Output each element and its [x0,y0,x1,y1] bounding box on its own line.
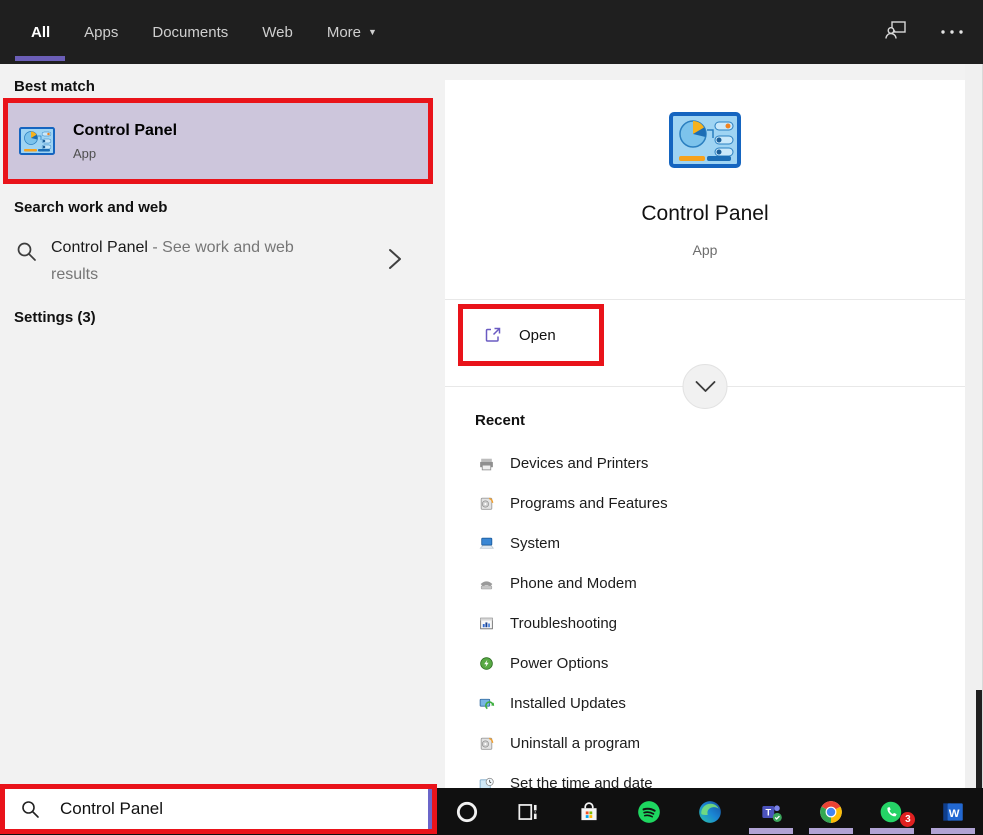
system-icon [478,535,495,552]
topbar-icons [883,0,965,64]
recent-header: Recent [475,412,525,429]
recent-item-label: Troubleshooting [510,615,617,632]
search-filter-tabs: All Apps Documents Web More▼ [31,0,377,64]
open-button[interactable]: Open [463,309,599,361]
chrome-running-indicator [809,828,853,834]
power-options-icon [478,655,495,672]
web-suggestion-query: Control Panel [51,239,148,256]
recent-item-label: Set the time and date [510,775,653,789]
app-hero: Control Panel App [445,80,965,300]
set-time-date-icon [478,775,495,789]
recent-item-uninstall-program[interactable]: Uninstall a program [445,723,965,763]
search-icon [21,800,40,819]
recent-list: Devices and Printers Programs and Feature… [445,443,965,788]
recent-item-label: System [510,535,560,552]
app-type: App [445,242,965,258]
taskbar-search-input[interactable]: Control Panel [5,789,432,829]
recent-item-troubleshooting[interactable]: Troubleshooting [445,603,965,643]
search-box-accent-edge [428,789,432,829]
taskbar-task-view-button[interactable] [498,788,559,835]
whatsapp-running-indicator [870,828,914,834]
settings-section-header: Settings (3) [14,309,96,326]
expand-button[interactable] [683,364,728,409]
svg-text:W: W [948,807,959,819]
taskbar-word-button[interactable]: W [922,788,983,835]
taskbar-whatsapp-button[interactable]: 3 [862,788,923,835]
recent-item-label: Devices and Printers [510,455,648,472]
recent-item-phone-modem[interactable]: Phone and Modem [445,563,965,603]
web-suggestion-row[interactable]: Control Panel - See work and web results [0,229,433,309]
best-match-title: Control Panel [73,122,177,140]
open-in-window-icon [483,325,503,345]
recent-item-label: Programs and Features [510,495,668,512]
open-button-label: Open [519,327,556,344]
search-results-panel: Best match [0,64,445,788]
scrollbar-track[interactable] [965,64,983,788]
cortana-icon [454,799,480,825]
windows-search-flyout: All Apps Documents Web More▼ Best match [0,0,983,835]
search-filter-bar: All Apps Documents Web More▼ [0,0,983,64]
search-box-annotation-box: Control Panel [0,784,437,834]
programs-features-icon [478,495,495,512]
more-options-icon[interactable] [939,23,965,41]
control-panel-icon [19,126,55,156]
taskbar-icons: T 3 W [437,788,983,835]
taskbar-chrome-button[interactable] [801,788,862,835]
taskbar-teams-button[interactable]: T [740,788,801,835]
best-match-result[interactable]: Control Panel App [8,103,428,179]
best-match-header: Best match [14,78,95,95]
best-match-annotation-box: Control Panel App [3,98,433,184]
recent-item-label: Uninstall a program [510,735,640,752]
installed-updates-icon [478,695,495,712]
app-preview-panel: Control Panel App Open Recent Devices an… [445,80,965,788]
microsoft-store-icon [576,799,602,825]
tab-all[interactable]: All [31,0,50,64]
whatsapp-notification-badge: 3 [900,812,915,827]
tab-documents[interactable]: Documents [152,0,228,64]
teams-running-indicator [749,828,793,834]
open-annotation-box: Open [458,304,604,366]
control-panel-icon-large [669,112,741,168]
phone-modem-icon [478,575,495,592]
tab-web[interactable]: Web [262,0,293,64]
recent-item-label: Phone and Modem [510,575,637,592]
spotify-icon [636,799,662,825]
recent-item-label: Installed Updates [510,695,626,712]
recent-item-label: Power Options [510,655,608,672]
best-match-type: App [73,146,177,161]
recent-item-installed-updates[interactable]: Installed Updates [445,683,965,723]
recent-item-programs-features[interactable]: Programs and Features [445,483,965,523]
taskbar-cortana-button[interactable] [437,788,498,835]
svg-text:T: T [765,807,771,817]
taskbar-microsoft-store-button[interactable] [558,788,619,835]
active-tab-underline [15,56,65,61]
scrollbar-thumb[interactable] [976,690,982,788]
dropdown-caret-icon: ▼ [368,27,377,37]
tab-apps[interactable]: Apps [84,0,118,64]
taskbar-spotify-button[interactable] [619,788,680,835]
chevron-right-icon[interactable] [387,247,403,271]
recent-item-system[interactable]: System [445,523,965,563]
chevron-down-icon [693,380,717,394]
uninstall-program-icon [478,735,495,752]
teams-icon: T [758,799,784,825]
chrome-icon [818,799,844,825]
tab-more[interactable]: More▼ [327,0,377,64]
app-title: Control Panel [445,202,965,226]
search-icon [16,241,37,262]
devices-printers-icon [478,455,495,472]
taskbar-edge-button[interactable] [680,788,741,835]
troubleshooting-icon [478,615,495,632]
word-icon: W [940,799,966,825]
edge-icon [697,799,723,825]
recent-item-devices-printers[interactable]: Devices and Printers [445,443,965,483]
word-running-indicator [931,828,975,834]
web-section-header: Search work and web [14,199,167,216]
recent-item-power-options[interactable]: Power Options [445,643,965,683]
task-view-icon [515,799,541,825]
recent-item-set-time-date[interactable]: Set the time and date [445,763,965,788]
search-input-value: Control Panel [60,799,163,819]
feedback-icon[interactable] [883,18,909,47]
